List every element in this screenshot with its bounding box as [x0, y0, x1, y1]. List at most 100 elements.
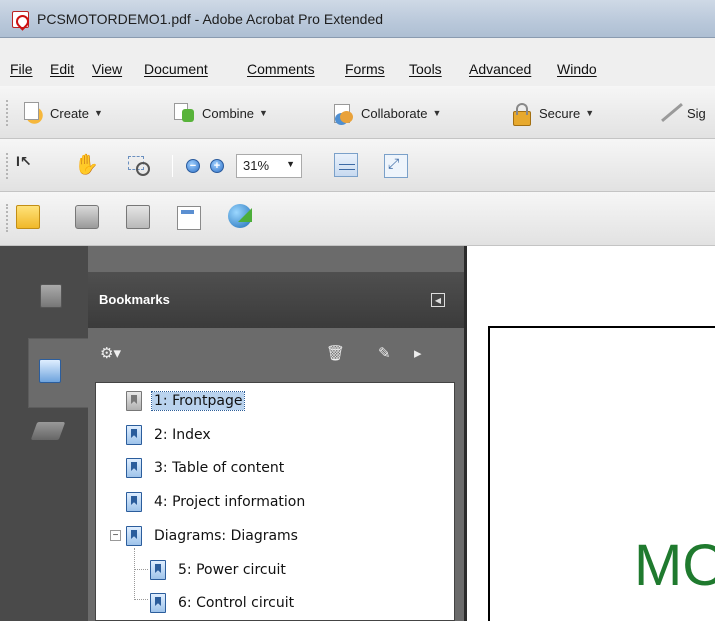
email-button[interactable] [177, 205, 207, 231]
fit-width-icon [334, 153, 358, 177]
bookmark-icon [126, 526, 142, 546]
create-label: Create [50, 105, 90, 121]
lock-icon [509, 101, 533, 126]
save-button[interactable] [126, 204, 156, 230]
bookmark-frontpage[interactable]: 1: Frontpage [126, 389, 246, 413]
bookmark-icon [150, 593, 166, 613]
chevron-down-icon: ▼ [585, 108, 595, 118]
globe-upload-icon [228, 204, 252, 228]
chevron-down-icon: ▼ [259, 108, 268, 118]
delete-bookmark-icon[interactable]: 🗑 [326, 344, 345, 362]
toolbar-grip[interactable] [6, 204, 10, 232]
bookmark-diagrams[interactable]: Diagrams: Diagrams [126, 524, 300, 548]
bookmark-icon [126, 425, 142, 445]
toolbar-grip[interactable] [6, 153, 10, 179]
printer-icon [75, 205, 99, 229]
menu-edit[interactable]: Edit [50, 61, 74, 77]
signature-icon [30, 422, 66, 440]
bookmark-label: 6: Control circuit [178, 595, 295, 611]
hand-tool-button[interactable]: ✋ [74, 151, 104, 177]
tree-connector [134, 548, 135, 600]
combine-files-icon [172, 101, 196, 125]
bookmark-table-of-content[interactable]: 3: Table of content [126, 456, 286, 480]
marquee-zoom-button[interactable] [126, 152, 156, 178]
sign-button[interactable]: Sig [657, 100, 706, 126]
chevron-down-icon: ▼ [286, 159, 295, 169]
zoom-level-field[interactable]: 31% ▼ [236, 154, 302, 178]
acrobat-app-icon [12, 11, 29, 28]
bookmark-label: 5: Power circuit [178, 562, 286, 578]
bookmark-icon [126, 391, 142, 411]
create-button[interactable]: Create ▼ [20, 100, 103, 126]
toolbar-separator [172, 155, 173, 177]
bookmark-power-circuit[interactable]: 5: Power circuit [150, 558, 288, 582]
menu-advanced[interactable]: Advanced [469, 61, 531, 77]
bookmark-index[interactable]: 2: Index [126, 423, 213, 447]
bookmarks-tree: 1: Frontpage 2: Index 3: Table of conten… [95, 382, 455, 621]
signatures-panel-tab[interactable] [28, 406, 88, 476]
collapse-diagrams-toggle[interactable]: − [110, 530, 121, 541]
menu-forms[interactable]: Forms [345, 61, 385, 77]
collaborate-button[interactable]: Collaborate ▼ [331, 100, 441, 126]
zoom-out-icon: − [186, 159, 200, 173]
task-toolbar: Create ▼ Combine ▼ Collaborate ▼ Secure … [0, 86, 715, 139]
create-pdf-icon [20, 101, 44, 125]
title-bar: PCSMOTORDEMO1.pdf - Adobe Acrobat Pro Ex… [0, 0, 715, 38]
bookmark-control-circuit[interactable]: 6: Control circuit [150, 591, 296, 615]
marquee-zoom-icon [126, 153, 150, 177]
bookmark-icon [150, 560, 166, 580]
menu-document[interactable]: Document [144, 61, 208, 77]
bookmark-project-information[interactable]: 4: Project information [126, 490, 307, 514]
options-gear-icon[interactable]: ⚙▾ [100, 344, 121, 362]
tree-connector [134, 569, 148, 570]
bookmarks-title: Bookmarks [99, 292, 170, 307]
menu-view[interactable]: View [92, 61, 122, 77]
menu-window[interactable]: Windo [557, 61, 597, 77]
combine-label: Combine [202, 105, 255, 121]
folder-icon [16, 205, 40, 229]
secure-label: Secure [539, 105, 581, 121]
new-bookmark-icon[interactable]: ✎ [378, 344, 391, 362]
file-toolbar [0, 192, 715, 246]
zoom-value: 31% [243, 158, 270, 173]
menu-comments[interactable]: Comments [247, 61, 315, 77]
zoom-out-button[interactable]: − [186, 153, 200, 179]
fit-width-button[interactable] [334, 152, 364, 178]
zoom-level-select[interactable]: 31% ▼ [236, 153, 302, 179]
tree-connector [134, 599, 148, 600]
bookmarks-toolbar: ⚙▾ 🗑 ✎ ▸ [88, 330, 464, 382]
pages-panel-tab[interactable] [28, 262, 88, 332]
select-zoom-toolbar: I↖ ✋ − + 31% ▼ [0, 139, 715, 192]
document-heading-text: MO [634, 533, 715, 598]
save-icon [126, 205, 150, 229]
expand-bookmark-icon[interactable]: ▸ [414, 344, 422, 362]
navigation-pane-strip [0, 246, 88, 621]
window-title: PCSMOTORDEMO1.pdf - Adobe Acrobat Pro Ex… [37, 11, 384, 27]
upload-web-button[interactable] [228, 203, 258, 229]
chevron-down-icon: ▼ [94, 108, 103, 118]
combine-button[interactable]: Combine ▼ [172, 100, 268, 126]
collapse-panel-button[interactable]: ◀ [431, 293, 445, 307]
fit-page-button[interactable] [384, 153, 414, 179]
bookmark-icon [126, 492, 142, 512]
bookmark-label: Diagrams: Diagrams [154, 528, 298, 544]
bookmarks-panel-tab[interactable] [28, 338, 88, 408]
bookmark-label: 1: Frontpage [150, 391, 246, 411]
zoom-in-icon: + [210, 159, 224, 173]
bookmark-label: 3: Table of content [154, 460, 285, 476]
bookmarks-header: Bookmarks ◀ [88, 272, 464, 328]
bookmark-label: 2: Index [154, 427, 211, 443]
menu-file[interactable]: File [10, 61, 33, 77]
secure-button[interactable]: Secure ▼ [509, 100, 594, 126]
select-tool-button[interactable]: I↖ [16, 152, 46, 178]
sign-label: Sig [687, 105, 706, 121]
menu-tools[interactable]: Tools [409, 61, 442, 77]
zoom-in-button[interactable]: + [210, 153, 224, 179]
toolbar-grip[interactable] [6, 100, 10, 126]
print-button[interactable] [75, 204, 105, 230]
pen-icon [657, 101, 681, 125]
hand-icon: ✋ [74, 154, 99, 176]
collaborate-icon [331, 101, 355, 125]
collaborate-label: Collaborate [361, 105, 428, 121]
open-button[interactable] [16, 204, 46, 230]
